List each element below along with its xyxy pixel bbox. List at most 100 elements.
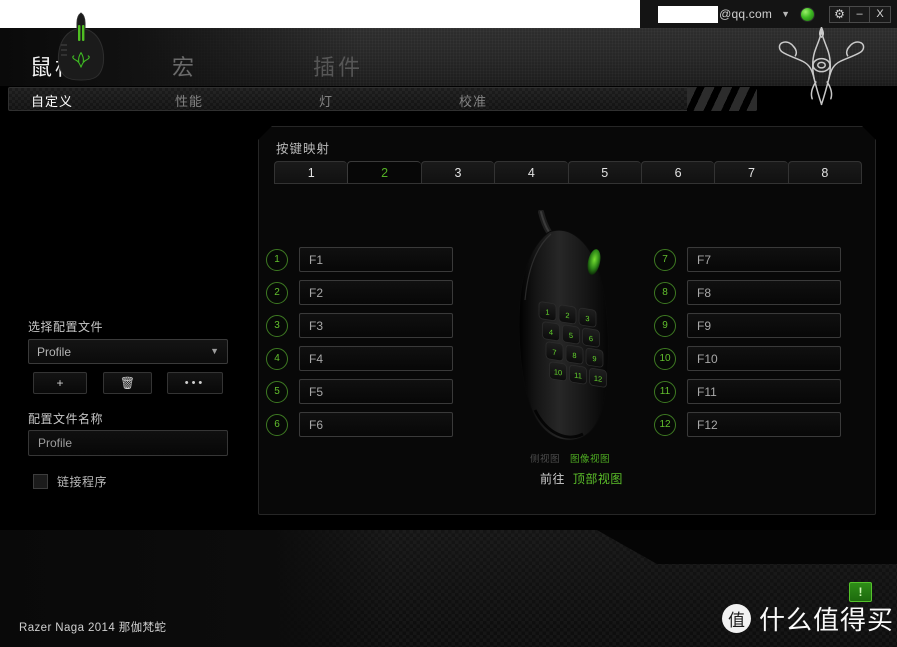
key-binding-input-12[interactable]: F12 [687,412,841,437]
key-binding-input-7[interactable]: F7 [687,247,841,272]
key-binding-row: 6 F6 [266,408,453,441]
chevron-down-icon[interactable]: ▼ [781,9,790,19]
key-binding-value: F7 [697,252,712,267]
mouse-thumb-button-label: 10 [554,367,562,377]
mouse-thumb-button-1[interactable]: 1 [538,301,557,321]
device-thumbnail-icon[interactable] [52,11,110,81]
window-controls: ⚙ – X [829,5,891,23]
profile-select-dropdown[interactable]: Profile ▼ [28,339,228,364]
sub-nav-item-performance[interactable]: 性能 [175,91,203,110]
mouse-thumb-button-6[interactable]: 6 [582,327,600,348]
razer-synapse-window: @qq.com ▼ ⚙ – X 鼠标 宏 插件 自定义 性能 灯 校准 选择配置… [0,0,897,647]
watermark-text: 什么值得买 [759,606,895,636]
view-image-label[interactable]: 图像视图 [570,451,610,465]
sub-nav-item-customize[interactable]: 自定义 [31,91,73,110]
sub-nav-item-calibration[interactable]: 校准 [459,91,487,110]
key-mapping-tab-2[interactable]: 2 [347,161,420,183]
more-options-button[interactable]: ••• [167,372,223,394]
key-mapping-tab-3[interactable]: 3 [421,161,494,183]
key-mapping-tab-7[interactable]: 7 [714,161,787,183]
key-number-badge-3: 3 [266,314,288,337]
goto-prefix-label: 前往 [540,472,566,486]
key-binding-input-5[interactable]: F5 [299,379,453,404]
account-area[interactable]: @qq.com ▼ [658,0,815,28]
key-bindings-right-column: 7 F7 8 F8 9 F9 10 F10 11 F11 12 F12 [654,243,841,441]
key-mapping-tab-6[interactable]: 6 [641,161,714,183]
mouse-thumb-button-4[interactable]: 4 [542,321,560,342]
sub-nav-item-lighting[interactable]: 灯 [319,91,333,110]
key-binding-row: 11 F11 [654,375,841,408]
key-binding-row: 10 F10 [654,342,841,375]
key-number-badge-5: 5 [266,380,288,403]
close-button[interactable]: X [870,7,890,22]
key-number-badge-10: 10 [654,347,676,370]
mouse-thumb-button-5[interactable]: 5 [562,324,580,345]
mouse-thumb-button-12[interactable]: 12 [589,367,607,388]
key-binding-input-9[interactable]: F9 [687,313,841,338]
delete-profile-button[interactable]: 🗑 [103,372,152,394]
key-binding-input-4[interactable]: F4 [299,346,453,371]
key-binding-value: F8 [697,285,712,300]
key-binding-input-3[interactable]: F3 [299,313,453,338]
link-program-checkbox[interactable] [33,474,48,489]
main-nav-item-addons[interactable]: 插件 [313,50,363,82]
minimize-button[interactable]: – [850,6,870,22]
account-email: @qq.com [719,7,773,21]
profile-select-value: Profile [37,344,72,359]
key-binding-value: F3 [309,318,324,333]
mouse-thumb-button-11[interactable]: 11 [569,364,587,385]
key-binding-input-6[interactable]: F6 [299,412,453,437]
goto-view-line: 前往 顶部视图 [540,470,623,487]
key-mapping-tab-4[interactable]: 4 [494,161,567,183]
title-bar: @qq.com ▼ ⚙ – X [0,0,897,28]
link-program-row[interactable]: 链接程序 [33,473,107,490]
alert-button[interactable]: ! [849,582,872,602]
key-binding-value: F5 [309,384,324,399]
goto-top-view-link[interactable]: 顶部视图 [573,472,623,486]
key-binding-value: F9 [697,318,712,333]
key-mapping-tab-1[interactable]: 1 [274,161,347,183]
key-binding-input-11[interactable]: F11 [687,379,841,404]
add-profile-button[interactable]: + [33,372,87,394]
key-bindings-left-column: 1 F1 2 F2 3 F3 4 F4 5 F5 6 F6 [266,243,453,441]
key-binding-value: F11 [697,384,717,399]
mouse-thumb-button-label: 8 [572,351,576,361]
mouse-thumb-button-3[interactable]: 3 [578,307,597,328]
profile-name-input[interactable]: Profile [28,430,228,456]
profile-name-label: 配置文件名称 [28,412,104,426]
key-binding-row: 1 F1 [266,243,453,276]
mouse-thumb-button-label: 4 [549,327,553,337]
ellipsis-icon: ••• [184,377,206,389]
mouse-thumb-button-label: 1 [545,307,549,317]
main-nav-item-macro[interactable]: 宏 [172,50,197,82]
gear-icon[interactable]: ⚙ [830,6,850,22]
mouse-side-view-image: 1 2 3 4 5 6 7 8 9 10 11 12 [505,210,635,448]
key-binding-input-10[interactable]: F10 [687,346,841,371]
key-binding-input-1[interactable]: F1 [299,247,453,272]
mouse-thumb-button-7[interactable]: 7 [545,341,564,362]
key-binding-row: 8 F8 [654,276,841,309]
key-number-badge-8: 8 [654,281,676,304]
mouse-thumb-button-label: 7 [552,348,556,358]
key-binding-input-8[interactable]: F8 [687,280,841,305]
key-binding-row: 7 F7 [654,243,841,276]
chevron-down-icon: ▼ [210,346,219,356]
mouse-thumb-button-label: 12 [594,374,602,384]
mouse-thumb-button-8[interactable]: 8 [565,344,584,365]
key-mapping-tab-8[interactable]: 8 [788,161,862,183]
mouse-thumb-button-label: 11 [574,370,582,380]
mouse-thumb-button-2[interactable]: 2 [558,304,577,325]
key-binding-row: 5 F5 [266,375,453,408]
key-binding-value: F2 [309,285,324,300]
mouse-thumb-button-label: 3 [585,314,589,324]
mouse-thumb-button-9[interactable]: 9 [585,347,604,368]
mouse-thumb-button-label: 6 [589,334,593,344]
panel-title: 按键映射 [276,142,331,156]
mouse-thumb-button-10[interactable]: 10 [549,361,567,382]
watermark: 值 什么值得买 [722,600,894,637]
key-binding-row: 12 F12 [654,408,841,441]
key-binding-input-2[interactable]: F2 [299,280,453,305]
key-mapping-tab-5[interactable]: 5 [568,161,641,183]
key-binding-value: F12 [697,417,718,432]
view-side-label: 侧视图 [530,454,561,465]
